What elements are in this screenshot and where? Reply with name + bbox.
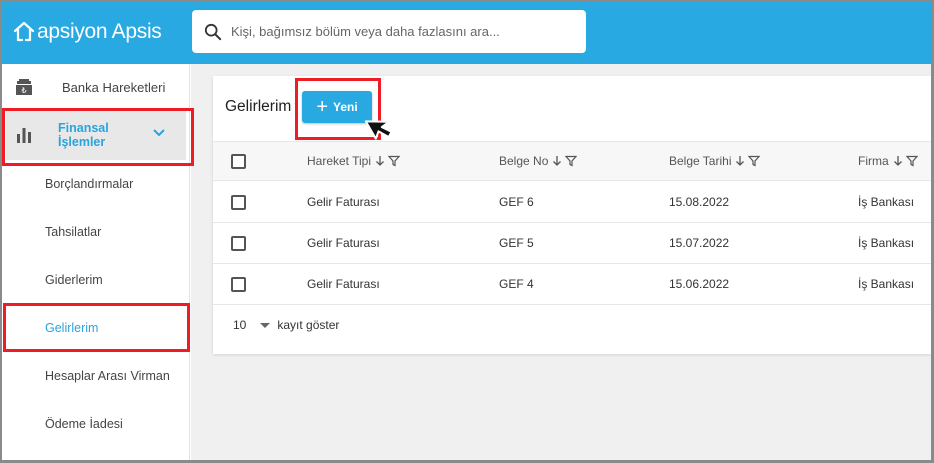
search-input[interactable] <box>231 24 571 39</box>
search-box[interactable] <box>192 10 586 53</box>
sidebar-item-label: Giderlerim <box>45 273 103 287</box>
sidebar-item-label: Hesaplar Arası Virman <box>45 369 170 383</box>
row-checkbox[interactable] <box>231 194 246 210</box>
row-checkbox[interactable] <box>231 276 246 292</box>
sidebar-item-giderlerim[interactable]: Giderlerim <box>2 268 190 292</box>
cell-hareket-tipi: Gelir Faturası <box>307 277 380 291</box>
cell-firma: İş Bankası <box>858 277 915 291</box>
sort-arrow-icon[interactable] <box>893 155 903 167</box>
sidebar-item-label: Ödeme İadesi <box>45 417 123 431</box>
page-size-value[interactable]: 10 <box>233 318 246 332</box>
plus-icon: + <box>316 96 328 118</box>
sidebar: ₺ Banka Hareketleri Finansal İşlemler Bo… <box>2 64 190 461</box>
cell-hareket-tipi: Gelir Faturası <box>307 236 380 250</box>
column-label: Belge No <box>499 154 549 168</box>
bar-chart-icon <box>14 125 34 145</box>
sidebar-item-banka-hareketleri[interactable]: ₺ Banka Hareketleri <box>2 74 190 100</box>
column-label: Firma <box>858 154 889 168</box>
sidebar-item-borclandirmalar[interactable]: Borçlandırmalar <box>2 172 190 196</box>
cell-firma: İş Bankası <box>858 195 915 209</box>
main-content: Gelirlerim + Yeni Hareket Tipi Belge No … <box>191 64 931 461</box>
logo-text: apsiyon Apsis <box>37 20 162 43</box>
cell-belge-no: GEF 5 <box>499 236 534 250</box>
sidebar-item-odeme-iadesi[interactable]: Ödeme İadesi <box>2 412 190 436</box>
table-row[interactable]: Gelir Faturası GEF 6 15.08.2022 İş Banka… <box>213 182 931 223</box>
bank-icon: ₺ <box>14 77 34 97</box>
row-checkbox[interactable] <box>231 235 246 251</box>
page-size-label: kayıt göster <box>277 318 340 332</box>
sidebar-item-label: Banka Hareketleri <box>62 79 166 95</box>
table-row[interactable]: Gelir Faturası GEF 5 15.07.2022 İş Banka… <box>213 223 931 264</box>
sort-arrow-icon[interactable] <box>552 155 562 167</box>
sidebar-item-label: Gelirlerim <box>45 321 99 335</box>
new-button-label: Yeni <box>333 100 358 114</box>
cell-belge-no: GEF 4 <box>499 277 534 291</box>
cell-hareket-tipi: Gelir Faturası <box>307 195 380 209</box>
table-row[interactable]: Gelir Faturası GEF 4 15.06.2022 İş Banka… <box>213 264 931 305</box>
page-size-control[interactable]: 10 kayıt göster <box>233 318 339 332</box>
sidebar-item-label: Tahsilatlar <box>45 225 102 239</box>
cell-belge-tarihi: 15.07.2022 <box>669 236 730 250</box>
new-button[interactable]: + Yeni <box>302 91 372 123</box>
column-header-belge-no[interactable]: Belge No <box>499 142 578 180</box>
top-bar: apsiyon Apsis <box>2 2 931 64</box>
sort-arrow-icon[interactable] <box>735 155 745 167</box>
cell-belge-tarihi: 15.06.2022 <box>669 277 730 291</box>
search-icon <box>204 23 222 40</box>
filter-icon[interactable] <box>748 155 761 167</box>
incomes-card: Gelirlerim + Yeni Hareket Tipi Belge No … <box>213 76 931 354</box>
select-all-checkbox[interactable] <box>231 153 246 169</box>
sidebar-item-tahsilatlar[interactable]: Tahsilatlar <box>2 220 190 244</box>
page-title: Gelirlerim <box>225 98 292 115</box>
table-header: Hareket Tipi Belge No Belge Tarihi Firma <box>213 141 931 181</box>
chevron-down-icon <box>152 126 166 141</box>
sidebar-section-label: Finansal İşlemler <box>58 121 109 149</box>
cell-firma: İş Bankası <box>858 236 915 250</box>
sidebar-section-finansal-islemler[interactable]: Finansal İşlemler <box>6 110 186 160</box>
filter-icon[interactable] <box>565 155 578 167</box>
column-label: Hareket Tipi <box>307 154 372 168</box>
cell-belge-no: GEF 6 <box>499 195 534 209</box>
column-label: Belge Tarihi <box>669 154 732 168</box>
column-header-belge-tarihi[interactable]: Belge Tarihi <box>669 142 761 180</box>
cell-belge-tarihi: 15.08.2022 <box>669 195 730 209</box>
app-logo[interactable]: apsiyon Apsis <box>12 17 162 47</box>
dropdown-arrow-icon[interactable] <box>260 322 271 328</box>
sidebar-item-label: Borçlandırmalar <box>45 177 134 191</box>
house-outline-icon <box>13 21 35 42</box>
mouse-pointer-icon <box>364 113 406 160</box>
filter-icon[interactable] <box>905 155 918 167</box>
sidebar-item-hesaplar-arasi-virman[interactable]: Hesaplar Arası Virman <box>2 364 190 388</box>
sidebar-item-gelirlerim[interactable]: Gelirlerim <box>2 316 190 340</box>
svg-text:₺: ₺ <box>21 86 26 95</box>
column-header-firma[interactable]: Firma <box>858 142 918 180</box>
